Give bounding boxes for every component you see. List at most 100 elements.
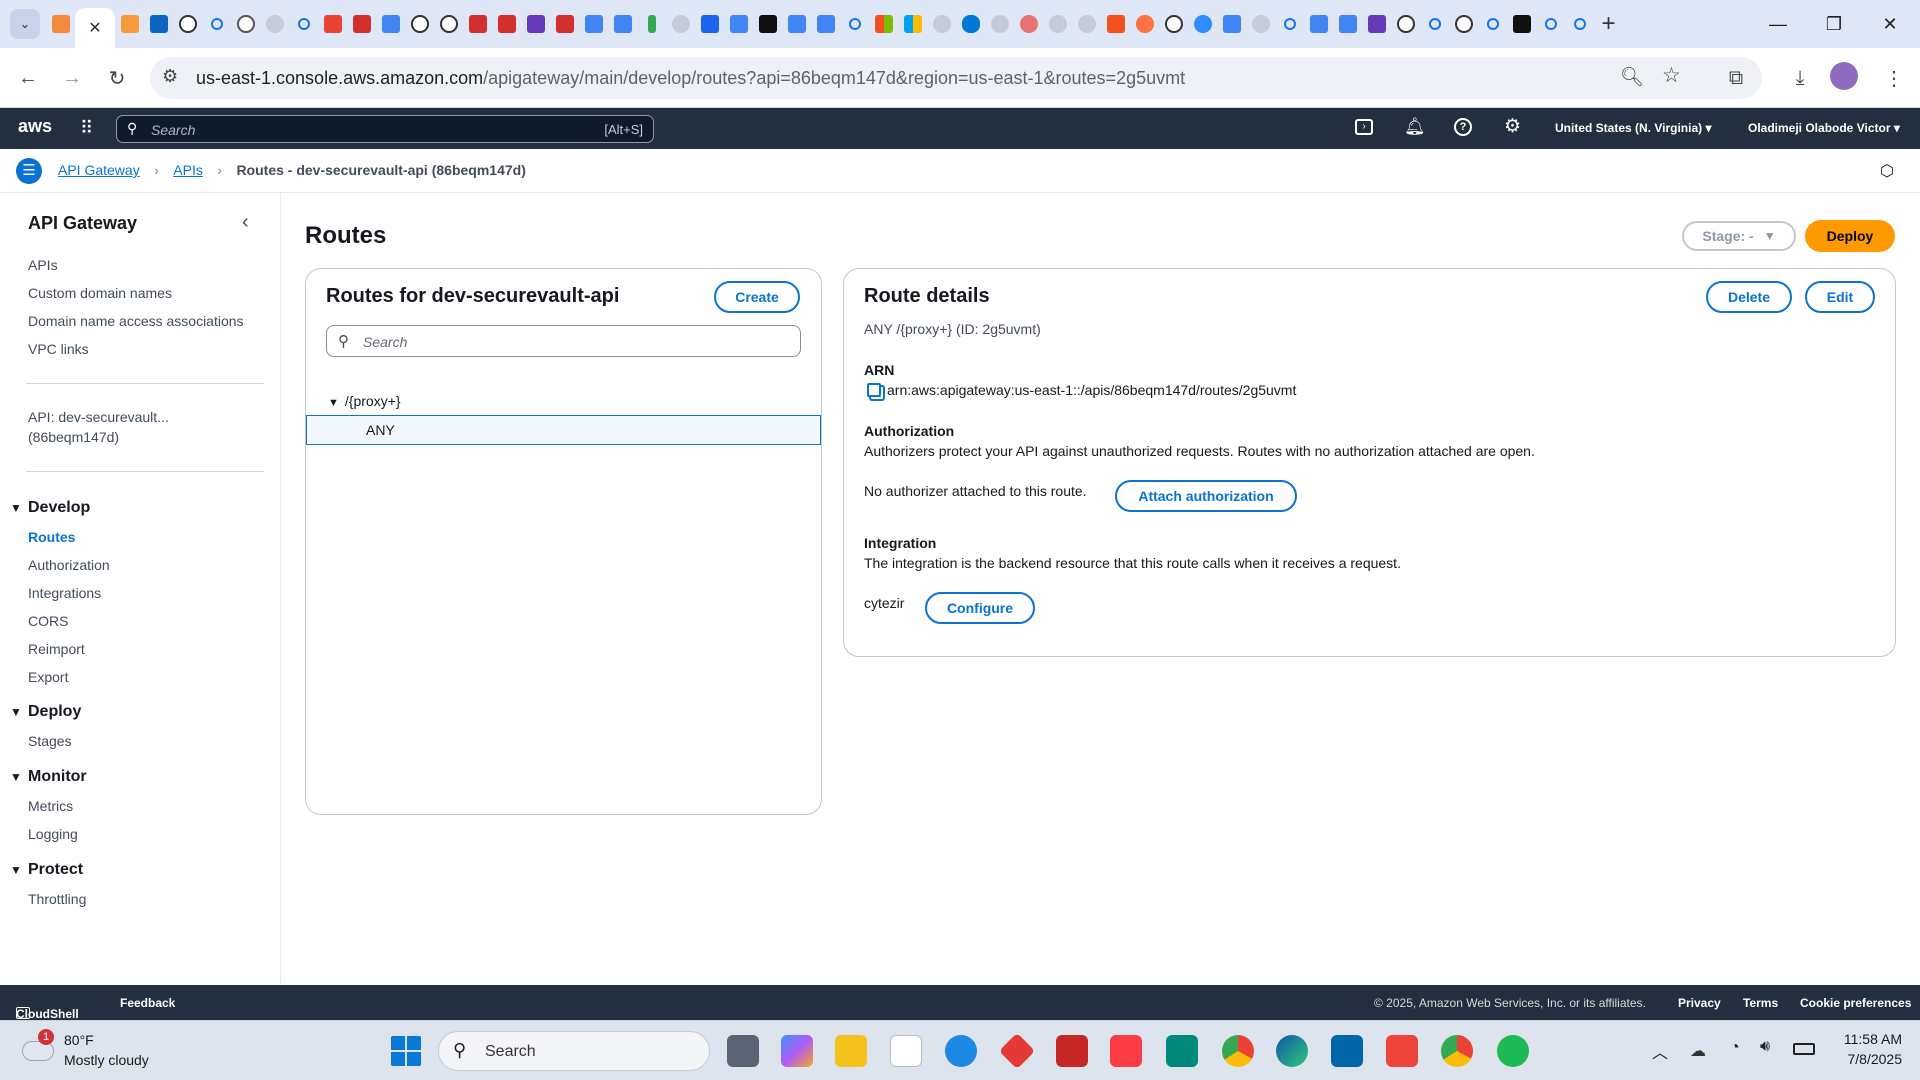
pinned-tab-github[interactable] <box>434 0 463 48</box>
pinned-tab-gmail[interactable] <box>318 0 347 48</box>
pinned-tab-search[interactable] <box>840 0 869 48</box>
route-item-any[interactable]: ANY <box>306 415 821 445</box>
music-icon[interactable] <box>1110 1035 1142 1067</box>
close-tab-icon[interactable]: ✕ <box>88 18 101 38</box>
edge-icon[interactable] <box>1276 1035 1308 1067</box>
back-icon[interactable]: ← <box>12 62 44 94</box>
sidebar-item-routes[interactable]: Routes <box>28 529 75 545</box>
pinned-tab-github[interactable] <box>173 0 202 48</box>
chrome-icon[interactable] <box>1441 1035 1473 1067</box>
task-view-icon[interactable] <box>727 1035 759 1067</box>
sidebar-item-reimport[interactable]: Reimport <box>28 641 85 657</box>
pinned-tab-forms[interactable] <box>521 0 550 48</box>
pinned-tab-search[interactable] <box>1565 0 1594 48</box>
pinned-tab-docs[interactable] <box>724 0 753 48</box>
pinned-tab-docs[interactable] <box>1217 0 1246 48</box>
pinned-tab-search[interactable] <box>1536 0 1565 48</box>
sidebar-item-apis[interactable]: APIs <box>28 257 58 273</box>
pinned-tab-docs[interactable] <box>1304 0 1333 48</box>
pinned-tab-generic[interactable] <box>260 0 289 48</box>
pinned-tab-search[interactable] <box>1420 0 1449 48</box>
notifications-bell-icon[interactable]: 🔔︎ <box>1404 117 1426 137</box>
reload-icon[interactable]: ↻ <box>101 62 133 94</box>
sidebar-item-stages[interactable]: Stages <box>28 733 72 749</box>
breadcrumb-apis[interactable]: APIs <box>173 162 203 178</box>
app-icon[interactable] <box>945 1035 977 1067</box>
sidebar-item-metrics[interactable]: Metrics <box>28 798 73 814</box>
pinned-tab-docker[interactable] <box>695 0 724 48</box>
app-icon[interactable] <box>998 1032 1036 1070</box>
sidebar-section-develop[interactable]: ▼ Develop <box>10 499 90 517</box>
close-window-icon[interactable]: ✕ <box>1862 0 1918 48</box>
pinned-tab-generic[interactable] <box>1014 0 1043 48</box>
pinned-tab-pdf[interactable] <box>463 0 492 48</box>
sidebar-section-protect[interactable]: ▼ Protect <box>10 861 83 879</box>
region-selector[interactable]: United States (N. Virginia) ▾ <box>1555 121 1712 135</box>
pinned-tab-pdf[interactable] <box>347 0 376 48</box>
site-settings-icon[interactable]: ⚙ <box>162 66 178 87</box>
pinned-tab-generic[interactable] <box>1246 0 1275 48</box>
pinned-tab-generic[interactable] <box>1507 0 1536 48</box>
pinned-tab-github[interactable] <box>405 0 434 48</box>
extensions-icon[interactable]: ⧉ <box>1720 48 1752 108</box>
terms-link[interactable]: Terms <box>1743 996 1778 1010</box>
chevron-up-icon[interactable]: ︿ <box>1652 1039 1668 1063</box>
pinned-tab-generic[interactable] <box>231 0 260 48</box>
sidebar-item-custom-domain-names[interactable]: Custom domain names <box>28 285 172 301</box>
pinned-tab-github[interactable] <box>1449 0 1478 48</box>
pinned-tab-aws[interactable] <box>115 0 144 48</box>
pinned-tab-linkedin[interactable] <box>144 0 173 48</box>
sidebar-section-deploy[interactable]: ▼ Deploy <box>10 703 81 721</box>
account-menu[interactable]: Oladimeji Olabode Victor ▾ <box>1748 121 1900 135</box>
pinned-tab-microsoft[interactable] <box>898 0 927 48</box>
onedrive-icon[interactable]: ☁ <box>1690 1041 1706 1061</box>
copilot-icon[interactable] <box>781 1035 813 1067</box>
weather-widget[interactable]: 1 80°F Mostly cloudy <box>20 1029 170 1073</box>
cloudshell-icon[interactable]: › <box>1355 119 1373 135</box>
pinned-tab-generic[interactable] <box>1072 0 1101 48</box>
sidebar-item-throttling[interactable]: Throttling <box>28 891 86 907</box>
configure-integration-button[interactable]: Configure <box>925 592 1035 624</box>
battery-icon[interactable] <box>1793 1043 1815 1055</box>
address-bar[interactable]: ⚙ us-east-1.console.aws.amazon.com/apiga… <box>150 57 1762 99</box>
create-route-button[interactable]: Create <box>714 281 800 313</box>
pinned-tab-search[interactable] <box>202 0 231 48</box>
pinned-tab-search[interactable] <box>289 0 318 48</box>
pinned-tab-docs[interactable] <box>376 0 405 48</box>
download-icon[interactable]: ⤓ <box>1784 48 1816 108</box>
attach-authorization-button[interactable]: Attach authorization <box>1115 480 1297 512</box>
pinned-tab-generic[interactable] <box>1101 0 1130 48</box>
spotify-icon[interactable] <box>1497 1035 1529 1067</box>
cookie-preferences-link[interactable]: Cookie preferences <box>1800 996 1911 1010</box>
minimize-icon[interactable]: — <box>1750 0 1806 48</box>
chrome-icon[interactable] <box>1222 1035 1254 1067</box>
sidebar-item-vpc-links[interactable]: VPC links <box>28 341 89 357</box>
breadcrumb-api-gateway[interactable]: API Gateway <box>58 162 140 178</box>
pinned-tab-docs[interactable] <box>782 0 811 48</box>
vscode-icon[interactable] <box>1331 1035 1363 1067</box>
collapse-sidebar-icon[interactable]: ‹ <box>242 211 249 234</box>
url-text[interactable]: us-east-1.console.aws.amazon.com/apigate… <box>196 68 1185 89</box>
file-explorer-icon[interactable] <box>835 1035 867 1067</box>
pinned-tab-microsoft[interactable] <box>869 0 898 48</box>
sidebar-title[interactable]: API Gateway <box>28 213 137 234</box>
anydesk-icon[interactable] <box>1386 1035 1418 1067</box>
wifi-icon[interactable]: ◔ <box>1730 1039 1740 1057</box>
sidebar-item-authorization[interactable]: Authorization <box>28 557 110 573</box>
tab-search-icon[interactable]: ⌄ <box>10 9 40 39</box>
restore-icon[interactable]: ❐ <box>1806 0 1862 48</box>
pinned-tab-forms[interactable] <box>1362 0 1391 48</box>
info-panel-icon[interactable]: ⬡ <box>1880 161 1894 181</box>
pinned-tab-generic[interactable] <box>1043 0 1072 48</box>
pinned-tab-generic[interactable] <box>1130 0 1159 48</box>
settings-gear-icon[interactable]: ⚙ <box>1504 115 1521 138</box>
pinned-tab-search[interactable] <box>1275 0 1304 48</box>
aws-search-input[interactable]: ⚲ Search [Alt+S] <box>116 115 654 143</box>
active-tab[interactable]: ✕ <box>75 8 115 48</box>
pinned-tab-generic[interactable] <box>1159 0 1188 48</box>
sidebar-item-export[interactable]: Export <box>28 669 68 685</box>
routes-search-input[interactable]: ⚲ Search <box>326 325 801 357</box>
zoom-icon[interactable]: 🔍︎ <box>1620 65 1644 89</box>
pinned-tab-search[interactable] <box>1478 0 1507 48</box>
delete-route-button[interactable]: Delete <box>1706 281 1792 313</box>
